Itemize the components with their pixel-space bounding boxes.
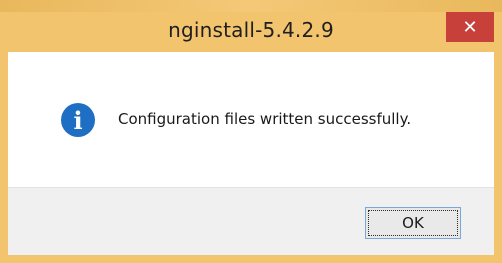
background-strip (0, 0, 502, 12)
message-dialog: nginstall-5.4.2.9 ✕ i Configuration file… (0, 12, 502, 263)
ok-button[interactable]: OK (365, 207, 461, 239)
dialog-client-area: i Configuration files written successful… (8, 52, 494, 255)
close-button[interactable]: ✕ (446, 12, 494, 42)
window-title: nginstall-5.4.2.9 (168, 18, 334, 42)
close-icon: ✕ (462, 16, 478, 38)
title-bar[interactable]: nginstall-5.4.2.9 ✕ (0, 12, 502, 52)
message-text: Configuration files written successfully… (118, 110, 412, 128)
info-icon: i (61, 103, 95, 137)
button-bar: OK (8, 187, 494, 255)
message-area: i Configuration files written successful… (8, 52, 494, 187)
info-icon-glyph: i (73, 105, 83, 135)
